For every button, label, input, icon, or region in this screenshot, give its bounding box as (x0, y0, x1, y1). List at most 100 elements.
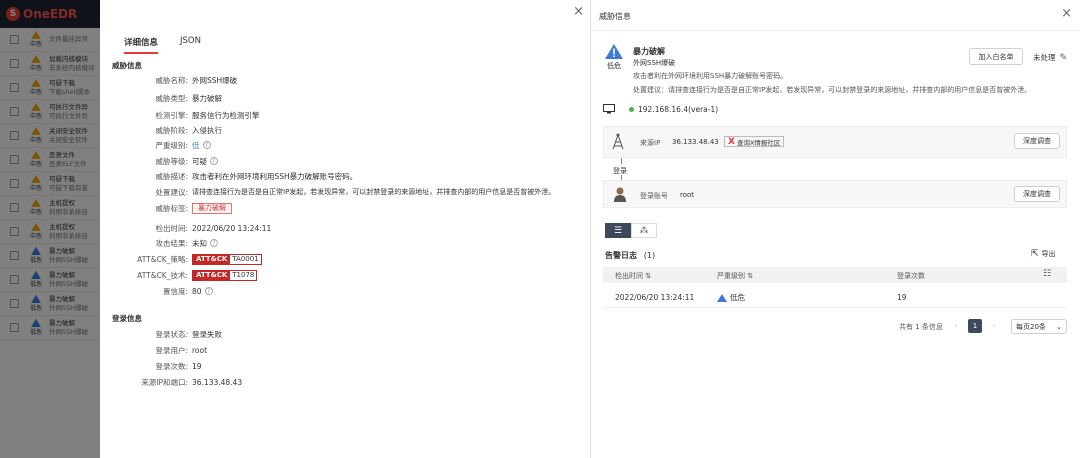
deep-investigate-button-2[interactable]: 深度调查 (1014, 186, 1060, 202)
tab-json[interactable]: JSON (180, 36, 201, 54)
advice-text: 请排查连接行为是否是自正常IP发起，若发现异常，可以封禁登录的来源地址，并排查内… (668, 86, 1032, 94)
attck-tactic-badge[interactable]: ATT&CK TA0001 (192, 253, 262, 265)
deep-investigate-button[interactable]: 深度调查 (1014, 133, 1060, 149)
user-avatar-icon (614, 187, 626, 202)
detail-panel: × 详细信息 JSON 威胁信息 威胁名称: 外网SSH爆破 威胁类型: 暴力破… (100, 0, 590, 458)
cell-login-count: 19 (897, 293, 907, 302)
field-label: 置信度: (162, 286, 188, 296)
severity-label: 低危 (607, 62, 621, 70)
field-value-wrap: 暴力破解 (192, 202, 232, 214)
login-account-card: 登录账号 root 深度调查 (603, 180, 1067, 208)
status-text: 未处理 (1033, 53, 1056, 62)
source-ip-value: 36.133.48.43 (672, 138, 719, 146)
severity-value: 低 (192, 140, 200, 150)
export-button[interactable]: ⇱ 导出 (1031, 249, 1056, 259)
severity-indicator: 低危 (605, 44, 623, 71)
help-icon[interactable]: ? (204, 287, 213, 295)
cell-detect-time: 2022/06/20 13:24:11 (615, 293, 695, 302)
field-engine: 检测引擎: 服务信行为检测引擎 (100, 109, 260, 121)
field-stage: 威胁阶段: 入侵执行 (100, 124, 222, 136)
field-label: 威胁类型: (155, 93, 188, 103)
export-label: 导出 (1041, 250, 1056, 258)
source-ip-card: 来源IP 36.133.48.43 X 查询X情报社区 深度调查 (603, 126, 1067, 158)
field-label: 威胁名称: (155, 75, 188, 85)
field-label: 检出时间: (155, 223, 188, 233)
add-whitelist-button[interactable]: 加入白名单 (969, 48, 1023, 65)
alert-table-header: 检出时间 ⇅ 严重级别 ⇅ 登录次数 ☷ (603, 267, 1067, 283)
sort-icon: ⇅ (645, 272, 652, 280)
column-settings-icon[interactable]: ☷ (1043, 269, 1051, 279)
threat-advice: 处置建议：请排查连接行为是否是自正常IP发起，若发现异常，可以封禁登录的来源地址… (633, 85, 1031, 95)
field-detect-time: 检出时间: 2022/06/20 13:24:11 (100, 222, 271, 234)
col-login-count: 登录次数 (897, 272, 925, 280)
tower-icon (612, 133, 624, 150)
pager-page-1[interactable]: 1 (968, 319, 982, 333)
table-row[interactable]: 2022/06/20 13:24:11 低危 19 (603, 286, 1067, 308)
field-value: 入侵执行 (192, 125, 222, 135)
col-detect-time[interactable]: 检出时间 ⇅ (615, 271, 651, 281)
field-value-wrap: 80 ? (192, 287, 213, 296)
attck-logo: ATT&CK (193, 270, 231, 280)
account-value: root (680, 191, 695, 199)
field-login-count: 登录次数: 19 (100, 360, 201, 372)
graph-view-icon[interactable]: ⁂ (631, 223, 657, 238)
field-label: 严重级别: (155, 140, 188, 150)
xthreat-icon: X (728, 136, 735, 147)
field-value: 36.133.48.43 (192, 377, 243, 387)
field-threat-name: 威胁名称: 外网SSH爆破 (100, 74, 237, 86)
alert-log-title: 告警日志 (1) (605, 250, 655, 261)
login-section-title: 登录信息 (112, 314, 142, 323)
field-value-wrap: ATT&CK T1078 (192, 269, 258, 281)
field-label: 攻击结果: (155, 238, 188, 248)
threat-close-icon[interactable]: × (1061, 6, 1072, 21)
field-value-wrap: 低 ? (192, 140, 211, 151)
threat-name: 暴力破解 (633, 47, 665, 56)
chevron-down-icon: ⌄ (1056, 322, 1062, 331)
status-dropdown[interactable]: 未处理 ✎ (1033, 52, 1067, 63)
host-row: 192.168.16.4(vera-1) (603, 104, 718, 114)
field-value: 登录失败 (192, 329, 222, 339)
col-severity[interactable]: 严重级别 ⇅ (717, 271, 753, 281)
field-label: 威胁等级: (155, 156, 188, 166)
advice-label: 处置建议： (633, 86, 668, 94)
page-size-select[interactable]: 每页20条 ⌄ (1011, 319, 1067, 334)
field-label: 威胁描述: (155, 171, 188, 181)
field-value: 攻击者利在外网环境利用SSH暴力破解账号密码。 (192, 171, 358, 181)
field-login-user: 登录用户: root (100, 344, 207, 356)
field-value-wrap: 可疑 ? (192, 156, 218, 167)
detail-close-icon[interactable]: × (573, 4, 584, 19)
help-icon[interactable]: ? (210, 157, 218, 165)
threat-tag: 暴力破解 (192, 202, 232, 214)
alert-log-label: 告警日志 (605, 251, 637, 260)
field-label: 登录次数: (155, 361, 188, 371)
field-value: 服务信行为检测引擎 (192, 110, 260, 120)
xthreat-text: 查询X情报社区 (736, 138, 781, 147)
host-address[interactable]: 192.168.16.4(vera-1) (638, 105, 718, 114)
field-value: root (192, 345, 208, 355)
pager-total: 共有 1 条信息 (899, 323, 943, 331)
col-label: 检出时间 (615, 272, 643, 280)
field-advice: 处置建议: 请排查连接行为是否是自正常IP发起，若发现异常，可以封禁登录的来源地… (100, 186, 555, 198)
field-label: 威胁标签: (155, 203, 188, 213)
result-value: 未知 (192, 238, 207, 248)
field-value: 外网SSH爆破 (192, 75, 238, 85)
list-view-icon[interactable]: ☰ (605, 223, 631, 238)
level-value: 可疑 (192, 156, 207, 166)
pager-next-icon[interactable]: › (987, 319, 1001, 333)
edit-pencil-icon[interactable]: ✎ (1060, 53, 1068, 63)
attck-technique-badge[interactable]: ATT&CK T1078 (192, 269, 258, 281)
pager-prev-icon[interactable]: ‹ (949, 319, 963, 333)
threat-description: 攻击者利在外网环境利用SSH暴力破解账号密码。 (633, 72, 788, 80)
threat-panel: 威胁信息 × 低危 暴力破解 外网SSH爆破 攻击者利在外网环境利用SSH暴力破… (590, 0, 1080, 458)
field-source-ip: 来源IP和端口: 36.133.48.43 (100, 376, 242, 388)
help-icon[interactable]: ? (202, 141, 211, 149)
account-label: 登录账号 (640, 192, 668, 200)
tab-details[interactable]: 详细信息 (124, 36, 159, 54)
low-severity-icon (717, 293, 727, 302)
xthreat-query-link[interactable]: X 查询X情报社区 (724, 136, 785, 147)
cell-severity: 低危 (717, 292, 745, 303)
field-label: ATT&CK_策略: (137, 254, 188, 264)
col-label: 严重级别 (717, 272, 745, 280)
help-icon[interactable]: ? (210, 239, 218, 247)
field-confidence: 置信度: 80 ? (100, 285, 213, 297)
